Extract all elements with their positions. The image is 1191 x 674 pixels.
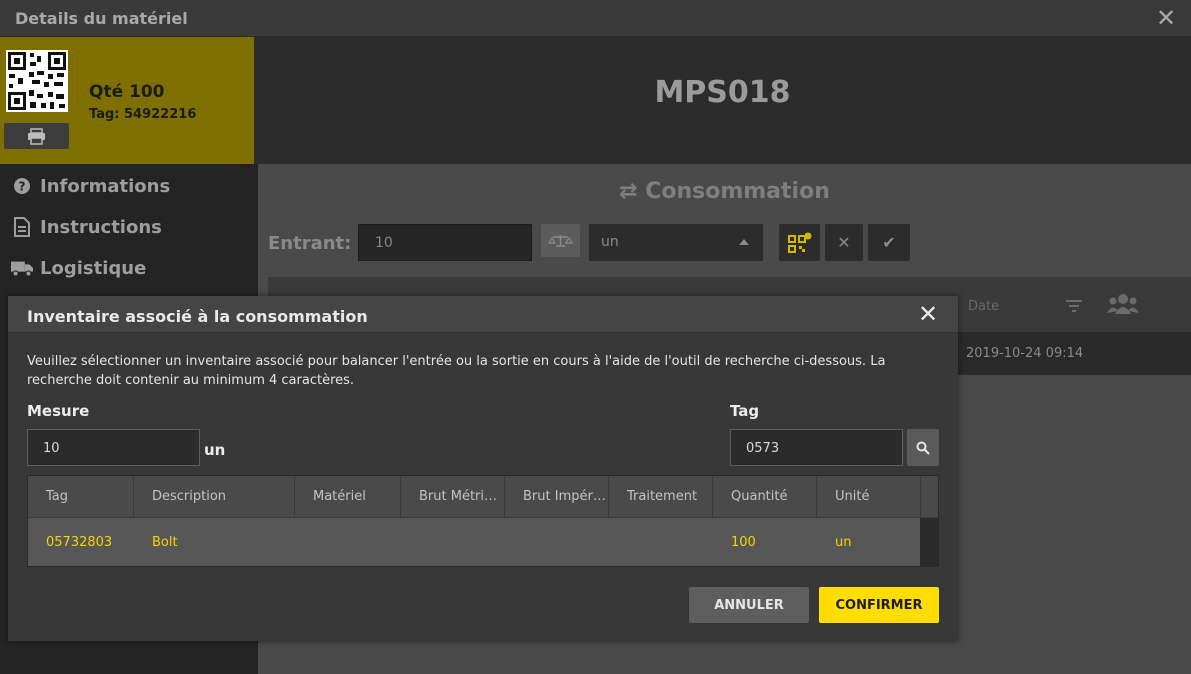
printer-icon [28, 128, 45, 145]
tag-label: Tag: 54922216 [89, 107, 197, 122]
cancel-button[interactable]: ANNULER [689, 587, 809, 623]
quantity-label: Qté 100 [89, 82, 165, 102]
inventory-dialog: Inventaire associé à la consommation ✕ V… [8, 296, 958, 641]
document-icon [11, 216, 33, 238]
truck-icon [11, 257, 33, 279]
sidebar-item-logistique[interactable]: Logistique [11, 254, 146, 282]
print-button[interactable] [4, 123, 69, 149]
window-titlebar: Details du matériel ✕ [0, 0, 1191, 37]
x-icon: ✕ [837, 233, 851, 252]
date-column-header: Date [968, 299, 1000, 314]
search-button[interactable] [907, 429, 939, 466]
clear-button[interactable]: ✕ [825, 224, 863, 261]
sidebar-item-label: Informations [40, 175, 171, 197]
qr-scan-button[interactable] [779, 224, 820, 261]
mesure-input[interactable]: 10 [27, 429, 200, 466]
date-cell: 2019-10-24 09:14 [966, 346, 1084, 361]
filter-icon[interactable] [1066, 300, 1082, 312]
consumption-title: ⇄ Consommation [619, 179, 830, 204]
material-id-card: Qté 100 Tag: 54922216 [0, 37, 254, 164]
dialog-close-icon[interactable]: ✕ [916, 302, 940, 326]
column-header-tag[interactable]: Tag [28, 476, 134, 518]
balance-scale-icon [547, 235, 574, 247]
swap-arrows-icon: ⇄ [619, 179, 646, 204]
cell-tag: 05732803 [46, 535, 113, 550]
entrant-label: Entrant: [268, 233, 352, 254]
column-header-brut-metrique[interactable]: Brut Métri… [401, 476, 505, 518]
column-header-materiel[interactable]: Matériel [295, 476, 401, 518]
column-header-traitement[interactable]: Traitement [609, 476, 713, 518]
caret-up-icon [739, 239, 749, 245]
entrant-input[interactable]: 10 [358, 224, 532, 261]
cell-quantite: 100 [731, 535, 756, 550]
confirm-button[interactable]: CONFIRMER [819, 587, 939, 623]
column-header-quantite[interactable]: Quantité [713, 476, 817, 518]
window-title: Details du matériel [15, 9, 188, 28]
material-header: MPS018 [254, 37, 1191, 164]
mesure-label: Mesure [27, 402, 90, 420]
sidebar-item-label: Logistique [40, 257, 147, 279]
question-circle-icon: ? [11, 175, 33, 197]
users-icon [1107, 294, 1139, 314]
cell-unite: un [835, 535, 852, 550]
mesure-unit-label: un [204, 441, 226, 459]
qr-code [6, 50, 68, 112]
dialog-description: Veuillez sélectionner un inventaire asso… [27, 354, 886, 388]
balance-button[interactable] [541, 224, 580, 257]
qrcode-help-icon [787, 232, 811, 253]
sidebar-item-label: Instructions [40, 216, 162, 238]
grid-scrollbar[interactable] [920, 518, 938, 566]
tag-search-input[interactable]: 0573 [730, 429, 903, 466]
cell-description: Bolt [152, 535, 178, 550]
sidebar-item-instructions[interactable]: Instructions [11, 213, 162, 241]
grid-header: Tag Description Matériel Brut Métri… Bru… [28, 476, 938, 518]
sidebar-item-informations[interactable]: ? Informations [11, 172, 170, 200]
search-icon [916, 441, 930, 455]
svg-text:?: ? [19, 180, 26, 194]
tag-search-label: Tag [730, 402, 760, 420]
dialog-title: Inventaire associé à la consommation [27, 307, 368, 326]
column-header-unite[interactable]: Unité [817, 476, 921, 518]
column-header-description[interactable]: Description [134, 476, 295, 518]
column-header-brut-imperial[interactable]: Brut Impér… [505, 476, 609, 518]
validate-button[interactable]: ✔ [868, 224, 910, 261]
dialog-header: Inventaire associé à la consommation ✕ [8, 296, 958, 333]
check-icon: ✔ [882, 233, 896, 252]
unit-select[interactable]: un [589, 224, 763, 261]
inventory-grid: Tag Description Matériel Brut Métri… Bru… [27, 475, 939, 567]
material-code: MPS018 [654, 75, 791, 110]
window-close-icon[interactable]: ✕ [1155, 6, 1177, 30]
table-row[interactable]: 05732803 Bolt 100 un [28, 518, 920, 566]
